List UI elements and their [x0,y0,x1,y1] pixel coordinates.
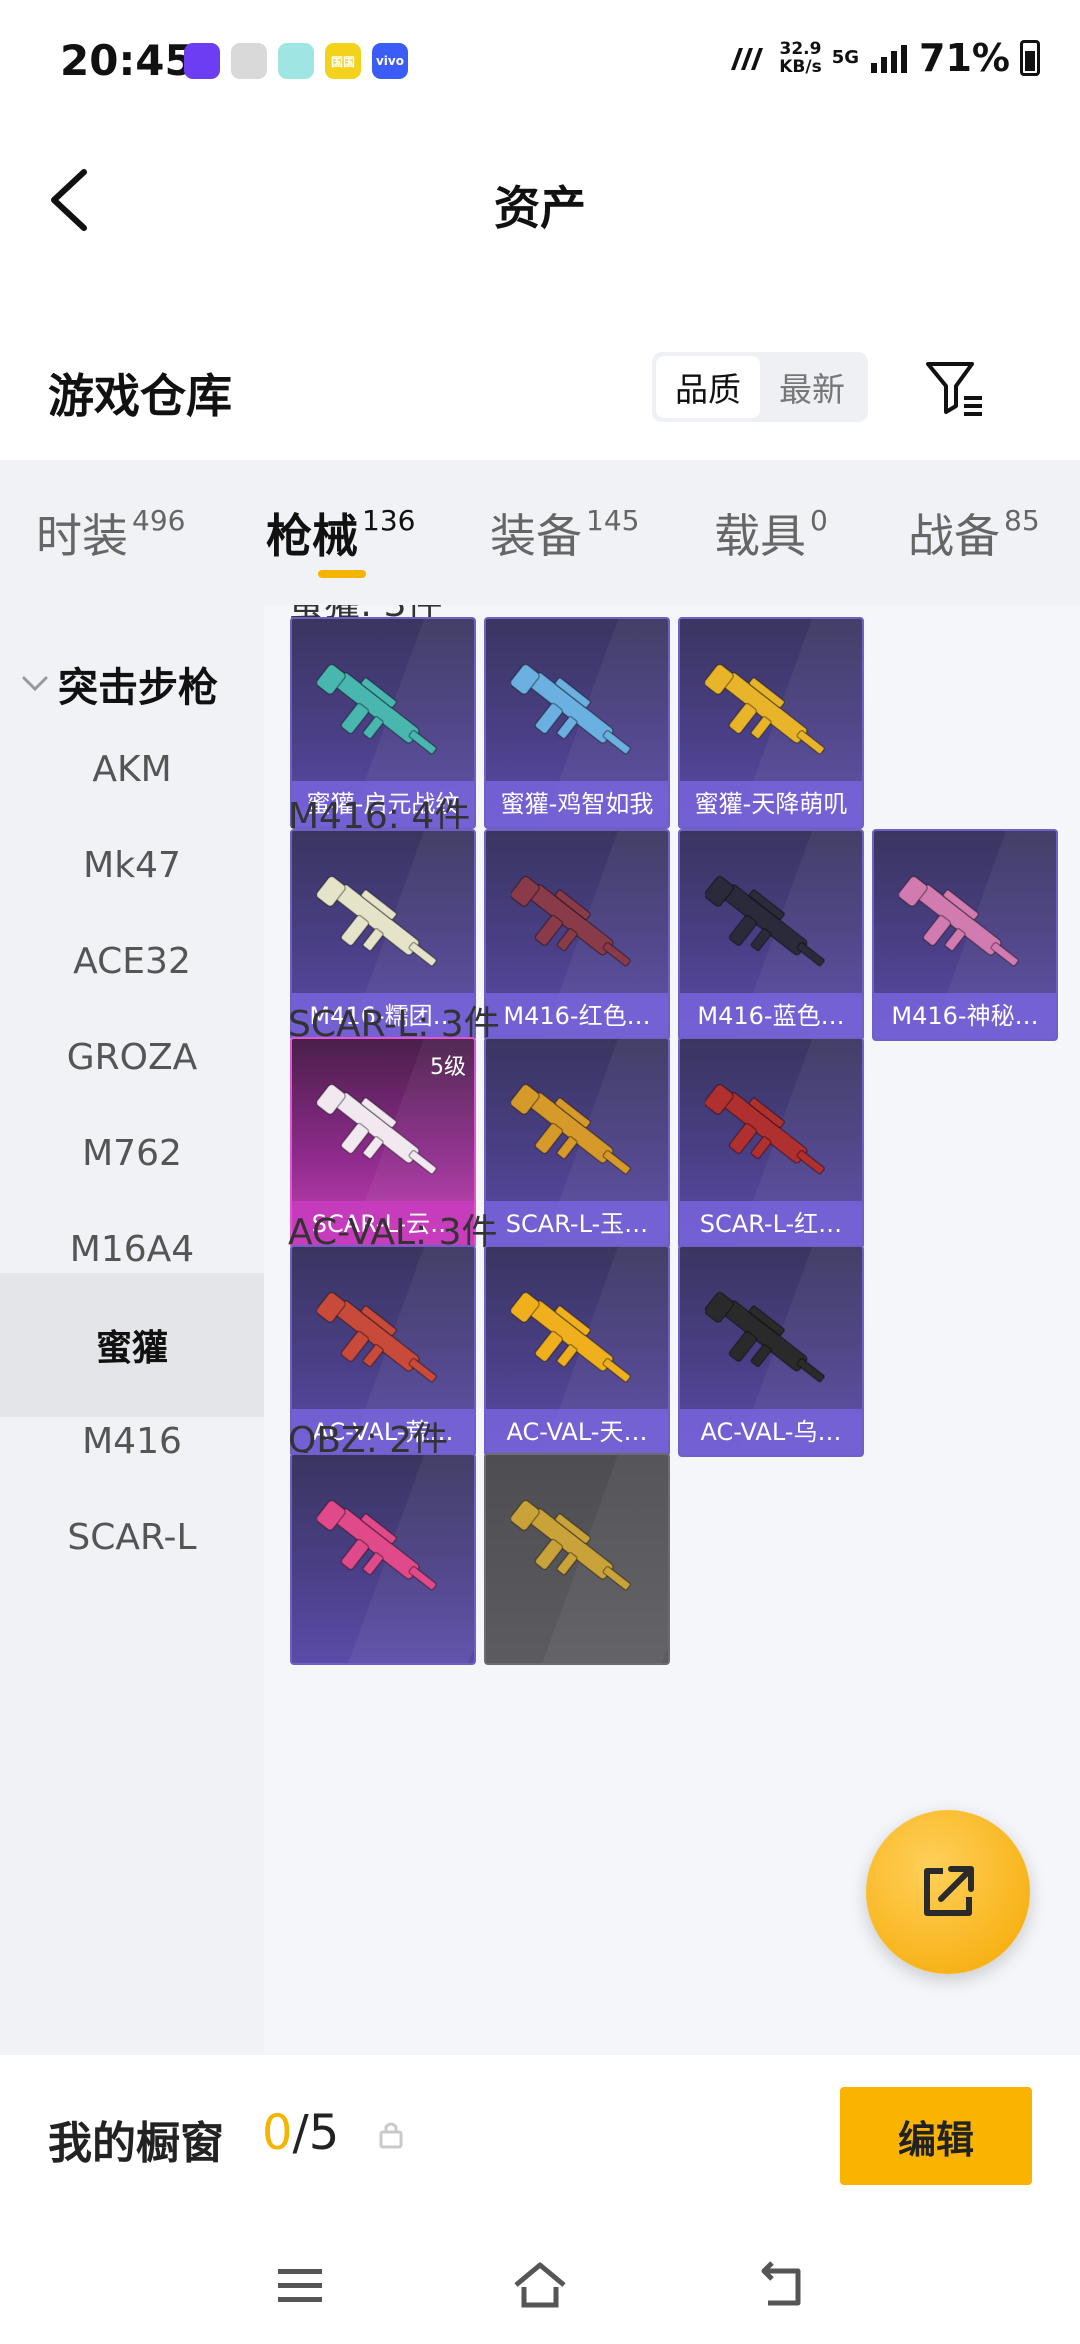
weapon-card[interactable]: SCAR-L-玉… [484,1037,670,1249]
battery-icon [1020,40,1040,76]
network-speed: 32.9 KB/s [779,40,821,76]
weapon-skin-image [511,1083,631,1175]
tab-label: 载具 [714,509,806,563]
status-right: 32.9 KB/s 5G 71% [727,36,1040,80]
speed-value: 32.9 [779,39,822,59]
weapon-skin-image [317,663,437,755]
chevron-down-icon [22,676,48,692]
active-tab-indicator [318,570,366,578]
category-tabs: 时装 496 枪械 136 装备 145 载具 0 战备 85 [0,460,1080,605]
card-level-badge: 5级 [430,1055,466,1080]
tab-count: 136 [362,504,416,537]
tab-supplies[interactable]: 战备 85 [908,500,1040,566]
weapon-card-name: M416-神秘… [874,993,1056,1039]
weapon-skin-image [511,1291,631,1383]
weapon-skin-image [511,663,631,755]
weapon-skin-image [511,1499,631,1591]
battery-percent: 71% [919,36,1010,80]
weapon-card-name: 蜜獾-鸡智如我 [486,781,668,827]
weapon-skin-image [317,1291,437,1383]
settings-app-icon [231,43,267,79]
weapon-card[interactable] [484,1453,670,1665]
sidebar-item-scar-l[interactable]: SCAR-L [0,1465,264,1609]
showcase-title: 我的橱窗 [48,2118,224,2169]
showcase-bar: 我的橱窗 0/5 编辑 [0,2055,1080,2225]
tab-vehicles[interactable]: 载具 0 [714,500,828,566]
status-time: 20:45 [60,36,194,85]
weapon-skin-image [317,875,437,967]
weapon-skin-image [705,663,825,755]
status-bar: 20:45 国国 vivo 32.9 KB/s 5G 71% [0,0,1080,120]
weapon-card[interactable]: M416-神秘… [872,829,1058,1041]
weapon-card-name: AC-VAL-天… [486,1409,668,1455]
weapon-skin-image [705,875,825,967]
app-yellow-icon: 国国 [325,43,361,79]
tab-label: 枪械 [266,509,358,563]
tab-guns[interactable]: 枪械 136 [266,500,415,566]
weapon-skin-image [705,1083,825,1175]
tab-fashion[interactable]: 时装 496 [36,500,185,566]
weapon-card[interactable]: AC-VAL-天… [484,1245,670,1457]
sort-latest-option[interactable]: 最新 [760,356,864,418]
app-teal-icon [278,43,314,79]
tab-count: 85 [1004,504,1040,537]
weapon-card-name: SCAR-L-红… [680,1201,862,1247]
weapon-card-name: M416-蓝色… [680,993,862,1039]
weapon-skin-image [511,875,631,967]
weapon-card[interactable]: M416-蓝色… [678,829,864,1041]
share-icon [924,1866,974,1916]
menu-icon[interactable] [270,2255,330,2315]
speed-unit: KB/s [779,57,822,77]
cell-bars-icon [871,45,908,73]
sort-quality-option[interactable]: 品质 [656,356,760,418]
edit-button[interactable]: 编辑 [840,2087,1032,2185]
weapon-skin-image [317,1083,437,1175]
sort-toggle: 品质 最新 [652,352,868,422]
weapon-card[interactable]: SCAR-L-红… [678,1037,864,1249]
tab-equipment[interactable]: 装备 145 [490,500,639,566]
weapon-skin-image [705,1291,825,1383]
tab-count: 145 [586,504,640,537]
weapon-card[interactable] [290,1453,476,1665]
vivo-app-icon: vivo [372,43,408,79]
app-purple-icon [184,43,220,79]
signal-strength-icon [731,48,764,70]
status-app-icons: 国国 vivo [184,43,408,79]
back-nav-icon[interactable] [752,2255,812,2315]
warehouse-header: 游戏仓库 品质 最新 [0,330,1080,460]
weapon-card-name: SCAR-L-玉… [486,1201,668,1247]
lock-icon [379,2122,403,2149]
tab-label: 时装 [36,509,128,563]
weapon-skin-image [899,875,1019,967]
showcase-total: /5 [292,2105,340,2161]
network-label: 5G [831,47,860,68]
page-title: 资产 [494,181,586,235]
tab-label: 装备 [490,509,582,563]
app-header: 资产 [0,120,1080,280]
tab-count: 496 [132,504,186,537]
weapon-sidebar: 突击步枪 AKM Mk47 ACE32 GROZA M762 M16A4 蜜獾 … [0,605,264,2055]
showcase-current: 0 [262,2105,293,2161]
tab-label: 战备 [908,509,1000,563]
weapon-card-name: 蜜獾-天降萌叽 [680,781,862,827]
tab-count: 0 [810,504,828,537]
showcase-count: 0/5 [262,2105,339,2161]
home-icon[interactable] [510,2255,570,2315]
network-type: 5G [832,49,859,67]
share-button[interactable] [866,1810,1030,1974]
weapon-card[interactable]: 蜜獾-鸡智如我 [484,617,670,829]
weapon-card[interactable]: M416-红色… [484,829,670,1041]
system-nav-bar [0,2225,1080,2344]
filter-icon[interactable] [922,356,986,420]
weapon-card[interactable]: AC-VAL-乌… [678,1245,864,1457]
weapon-card-name: AC-VAL-乌… [680,1409,862,1455]
warehouse-title: 游戏仓库 [48,369,232,423]
weapon-card[interactable]: 蜜獾-天降萌叽 [678,617,864,829]
weapon-card-name: M416-红色… [486,993,668,1039]
weapon-skin-image [317,1499,437,1591]
